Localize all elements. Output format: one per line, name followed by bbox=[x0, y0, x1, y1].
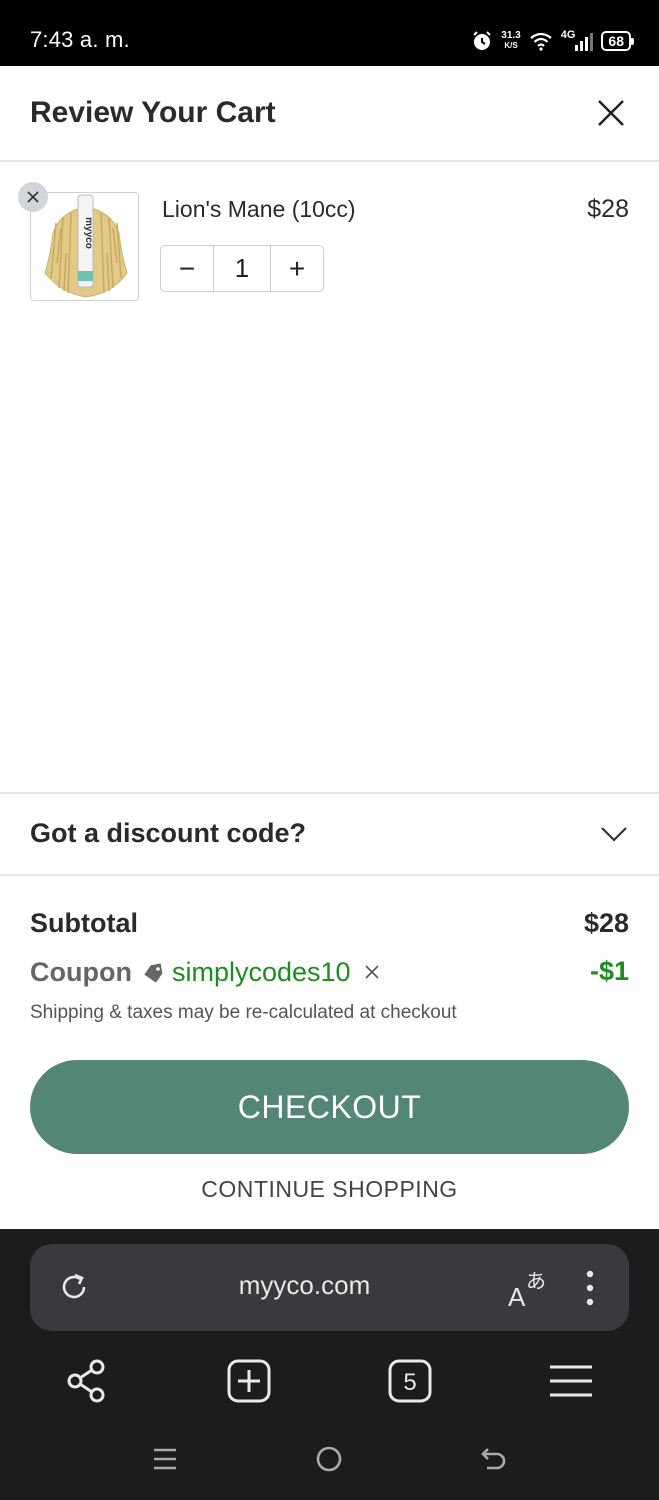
quantity-stepper: − 1 + bbox=[160, 245, 324, 292]
signal-icon bbox=[575, 33, 594, 51]
alarm-icon bbox=[473, 31, 491, 50]
shipping-note: Shipping & taxes may be re-calculated at… bbox=[30, 1002, 457, 1023]
speed-value: 31.3 bbox=[501, 30, 521, 41]
coupon-code: simplycodes10 bbox=[171, 956, 351, 987]
wifi-icon bbox=[530, 32, 552, 51]
subtotal-value: $28 bbox=[583, 908, 629, 938]
remove-item-button[interactable] bbox=[18, 182, 48, 212]
product-thumbnail[interactable]: myyco bbox=[30, 192, 139, 301]
home-icon[interactable] bbox=[314, 1444, 344, 1474]
subtotal-label: Subtotal bbox=[30, 908, 138, 938]
system-navigation-bar bbox=[0, 1444, 659, 1484]
coupon-label: Coupon bbox=[30, 956, 132, 987]
hamburger-menu-icon[interactable] bbox=[547, 1357, 595, 1405]
battery-indicator: 68 bbox=[601, 31, 634, 51]
status-time: 7:43 a. m. bbox=[30, 27, 130, 52]
chevron-down-icon bbox=[601, 827, 627, 842]
cart-item: myyco Lion's Mane (10cc) $28 − 1 + bbox=[0, 162, 659, 322]
close-icon bbox=[27, 191, 39, 203]
browser-toolbar: myyco.com A あ 5 bbox=[0, 1229, 659, 1500]
quantity-value[interactable]: 1 bbox=[213, 246, 271, 291]
checkout-button[interactable]: CHECKOUT bbox=[30, 1060, 629, 1154]
discount-code-toggle[interactable]: Got a discount code? bbox=[0, 792, 659, 876]
recent-apps-icon[interactable] bbox=[150, 1444, 180, 1474]
tabs-icon[interactable]: 5 bbox=[386, 1357, 434, 1405]
thumb-brand-text: myyco bbox=[83, 217, 94, 249]
status-icons: 31.3 K/S 4G 68 bbox=[471, 28, 634, 54]
svg-text:A: A bbox=[508, 1282, 526, 1310]
translate-icon[interactable]: A あ bbox=[506, 1266, 550, 1310]
decrease-quantity-button[interactable]: − bbox=[161, 246, 213, 291]
network-speed: 31.3 K/S bbox=[501, 31, 520, 51]
address-bar[interactable]: myyco.com A あ bbox=[30, 1244, 629, 1331]
back-icon[interactable] bbox=[479, 1444, 509, 1474]
tab-count: 5 bbox=[403, 1369, 416, 1396]
new-tab-icon[interactable] bbox=[225, 1357, 273, 1405]
more-options-icon[interactable] bbox=[582, 1270, 598, 1306]
close-icon[interactable] bbox=[594, 96, 628, 130]
discount-label: Got a discount code? bbox=[30, 818, 307, 848]
share-icon[interactable] bbox=[63, 1357, 111, 1405]
increase-quantity-button[interactable]: + bbox=[271, 246, 323, 291]
remove-coupon-icon[interactable] bbox=[363, 963, 381, 981]
speed-unit: K/S bbox=[504, 41, 518, 50]
product-image: myyco bbox=[31, 193, 138, 300]
status-bar: 7:43 a. m. 31.3 K/S 4G 68 bbox=[0, 0, 659, 66]
tag-icon bbox=[144, 963, 163, 983]
cart-header: Review Your Cart bbox=[0, 66, 659, 162]
svg-text:あ: あ bbox=[526, 1269, 546, 1293]
browser-bottom-bar: 5 bbox=[0, 1357, 659, 1407]
coupon-discount-value: -$1 bbox=[589, 956, 629, 986]
item-name: Lion's Mane (10cc) bbox=[162, 196, 356, 222]
cart-title: Review Your Cart bbox=[30, 96, 276, 129]
coupon-row: Coupon simplycodes10 bbox=[30, 955, 381, 989]
continue-shopping-link[interactable]: CONTINUE SHOPPING bbox=[0, 1176, 659, 1203]
item-price: $28 bbox=[587, 195, 629, 223]
network-type: 4G bbox=[560, 29, 576, 41]
